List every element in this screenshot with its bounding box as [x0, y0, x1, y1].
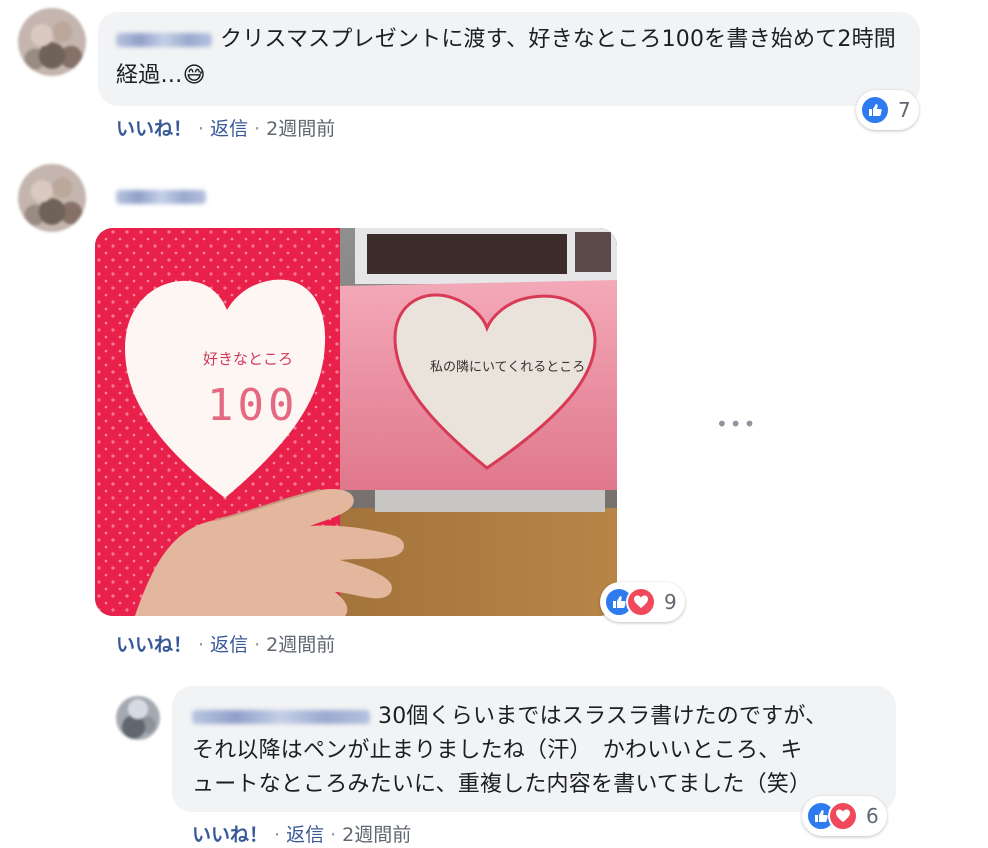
- reply-link[interactable]: 返信: [210, 118, 248, 140]
- comment-timestamp[interactable]: 2週間前: [342, 824, 411, 846]
- like-link[interactable]: いいね！: [116, 634, 192, 656]
- commenter-name[interactable]: [116, 186, 206, 205]
- photo-cover-title: 好きなところ: [203, 350, 293, 368]
- reaction-summary[interactable]: 6: [802, 796, 887, 836]
- comment-timestamp[interactable]: 2週間前: [266, 118, 335, 140]
- photo-page-text: 私の隣にいてくれるところ: [430, 359, 585, 375]
- reply-body-line: それ以降はペンが止まりましたね（汗） かわいいところ、キ: [192, 738, 803, 763]
- comment-actions: いいね！ · 返信 · 2週間前: [116, 634, 336, 656]
- commenter-avatar[interactable]: [18, 8, 86, 76]
- love-reaction-icon: [828, 801, 858, 831]
- reply-text: 30個くらいまではスラスラ書けたのですが、 それ以降はペンが止まりましたね（汗）…: [192, 700, 892, 802]
- more-options-icon[interactable]: •••: [716, 414, 757, 434]
- reaction-summary[interactable]: 7: [856, 90, 919, 130]
- comment-text: クリスマスプレゼントに渡す、好きなところ100を書き始めて2時間経過…😅: [116, 22, 906, 94]
- reaction-count: 6: [866, 804, 879, 828]
- reply-actions: いいね！ · 返信 · 2週間前: [192, 824, 412, 846]
- like-link[interactable]: いいね！: [116, 118, 192, 140]
- commenter-name[interactable]: [116, 33, 212, 47]
- love-reaction-icon: [626, 587, 656, 617]
- replier-avatar[interactable]: [116, 696, 160, 740]
- reaction-count: 9: [664, 590, 677, 614]
- reply-link[interactable]: 返信: [286, 824, 324, 846]
- reaction-summary[interactable]: 9: [600, 582, 685, 622]
- commenter-avatar[interactable]: [18, 164, 86, 232]
- comment-actions: いいね！ · 返信 · 2週間前: [116, 118, 336, 140]
- reply-body-line: ュートなところみたいに、重複した内容を書いてました（笑）: [192, 772, 812, 797]
- photo-cover-number: 100: [207, 380, 298, 431]
- reply-link[interactable]: 返信: [210, 634, 248, 656]
- replier-name[interactable]: [192, 710, 370, 724]
- like-reaction-icon: [860, 95, 890, 125]
- comment-body: クリスマスプレゼントに渡す、好きなところ100を書き始めて2時間経過…: [116, 27, 896, 88]
- comment-photo[interactable]: 私の隣にいてくれるところ 好きなところ 100: [95, 228, 617, 616]
- reply-body-line: 30個くらいまではスラスラ書けたのですが、: [378, 704, 828, 729]
- reaction-count: 7: [898, 98, 911, 122]
- like-link[interactable]: いいね！: [192, 824, 268, 846]
- sweat-smile-emoji: 😅: [182, 63, 206, 88]
- comment-timestamp[interactable]: 2週間前: [266, 634, 335, 656]
